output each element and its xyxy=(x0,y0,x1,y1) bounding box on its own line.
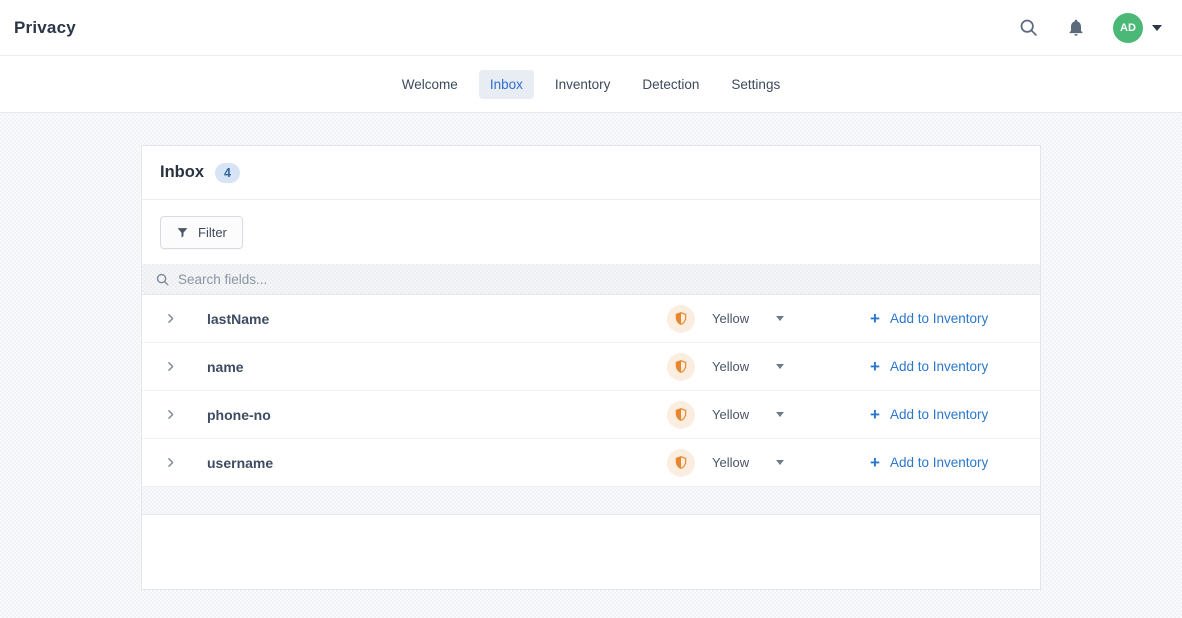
chevron-down-icon[interactable] xyxy=(1152,25,1162,31)
classification-value: Yellow xyxy=(712,455,749,470)
card-footer xyxy=(142,515,1040,589)
tab-welcome[interactable]: Welcome xyxy=(391,70,469,99)
classification-value: Yellow xyxy=(712,407,749,422)
chevron-down-icon xyxy=(776,316,784,321)
plus-icon: + xyxy=(870,358,880,375)
inbox-count-badge: 4 xyxy=(215,163,240,183)
chevron-down-icon xyxy=(776,460,784,465)
field-name: name xyxy=(207,359,244,375)
search-icon[interactable] xyxy=(1018,17,1039,38)
main-content: Inbox 4 Filter lastName xyxy=(0,113,1182,590)
field-name: username xyxy=(207,455,273,471)
chevron-right-icon[interactable] xyxy=(164,360,182,373)
add-to-inventory-button[interactable]: + Add to Inventory xyxy=(870,310,1000,327)
table-row: lastName Yellow + Add to Inventory xyxy=(142,295,1040,343)
topbar-actions: AD xyxy=(1018,13,1162,43)
shield-icon xyxy=(667,353,695,381)
shield-icon xyxy=(667,401,695,429)
table-row: name Yellow + Add to Inventory xyxy=(142,343,1040,391)
field-name: phone-no xyxy=(207,407,271,423)
classification-select[interactable]: Yellow xyxy=(712,311,784,326)
search-bar xyxy=(142,264,1040,295)
card-strip xyxy=(142,487,1040,515)
add-to-inventory-button[interactable]: + Add to Inventory xyxy=(870,454,1000,471)
user-menu[interactable]: AD xyxy=(1113,13,1162,43)
tab-inbox[interactable]: Inbox xyxy=(479,70,534,99)
notifications-bell-icon[interactable] xyxy=(1066,17,1086,38)
tab-detection[interactable]: Detection xyxy=(631,70,710,99)
classification-select[interactable]: Yellow xyxy=(712,407,784,422)
add-to-inventory-button[interactable]: + Add to Inventory xyxy=(870,406,1000,423)
table-row: phone-no Yellow + Add to Inventory xyxy=(142,391,1040,439)
classification-value: Yellow xyxy=(712,311,749,326)
funnel-icon xyxy=(176,226,189,239)
plus-icon: + xyxy=(870,454,880,471)
inbox-card-header: Inbox 4 xyxy=(142,146,1040,200)
chevron-down-icon xyxy=(776,364,784,369)
chevron-right-icon[interactable] xyxy=(164,312,182,325)
topbar: Privacy AD xyxy=(0,0,1182,56)
inbox-card: Inbox 4 Filter lastName xyxy=(141,145,1041,590)
search-input[interactable] xyxy=(178,272,1027,287)
tab-settings[interactable]: Settings xyxy=(720,70,791,99)
search-icon xyxy=(155,272,170,287)
shield-icon xyxy=(667,305,695,333)
shield-icon xyxy=(667,449,695,477)
chevron-right-icon[interactable] xyxy=(164,408,182,421)
classification-select[interactable]: Yellow xyxy=(712,455,784,470)
filter-section: Filter xyxy=(142,200,1040,264)
table-row: username Yellow + Add to Inventory xyxy=(142,439,1040,487)
chevron-down-icon xyxy=(776,412,784,417)
classification-value: Yellow xyxy=(712,359,749,374)
add-to-inventory-button[interactable]: + Add to Inventory xyxy=(870,358,1000,375)
page-title: Inbox xyxy=(160,163,204,182)
chevron-right-icon[interactable] xyxy=(164,456,182,469)
plus-icon: + xyxy=(870,406,880,423)
classification-select[interactable]: Yellow xyxy=(712,359,784,374)
plus-icon: + xyxy=(870,310,880,327)
filter-button-label: Filter xyxy=(198,225,227,240)
filter-button[interactable]: Filter xyxy=(160,216,243,249)
tab-inventory[interactable]: Inventory xyxy=(544,70,622,99)
field-name: lastName xyxy=(207,311,269,327)
avatar[interactable]: AD xyxy=(1113,13,1143,43)
app-title: Privacy xyxy=(14,18,76,38)
main-nav: Welcome Inbox Inventory Detection Settin… xyxy=(0,56,1182,113)
